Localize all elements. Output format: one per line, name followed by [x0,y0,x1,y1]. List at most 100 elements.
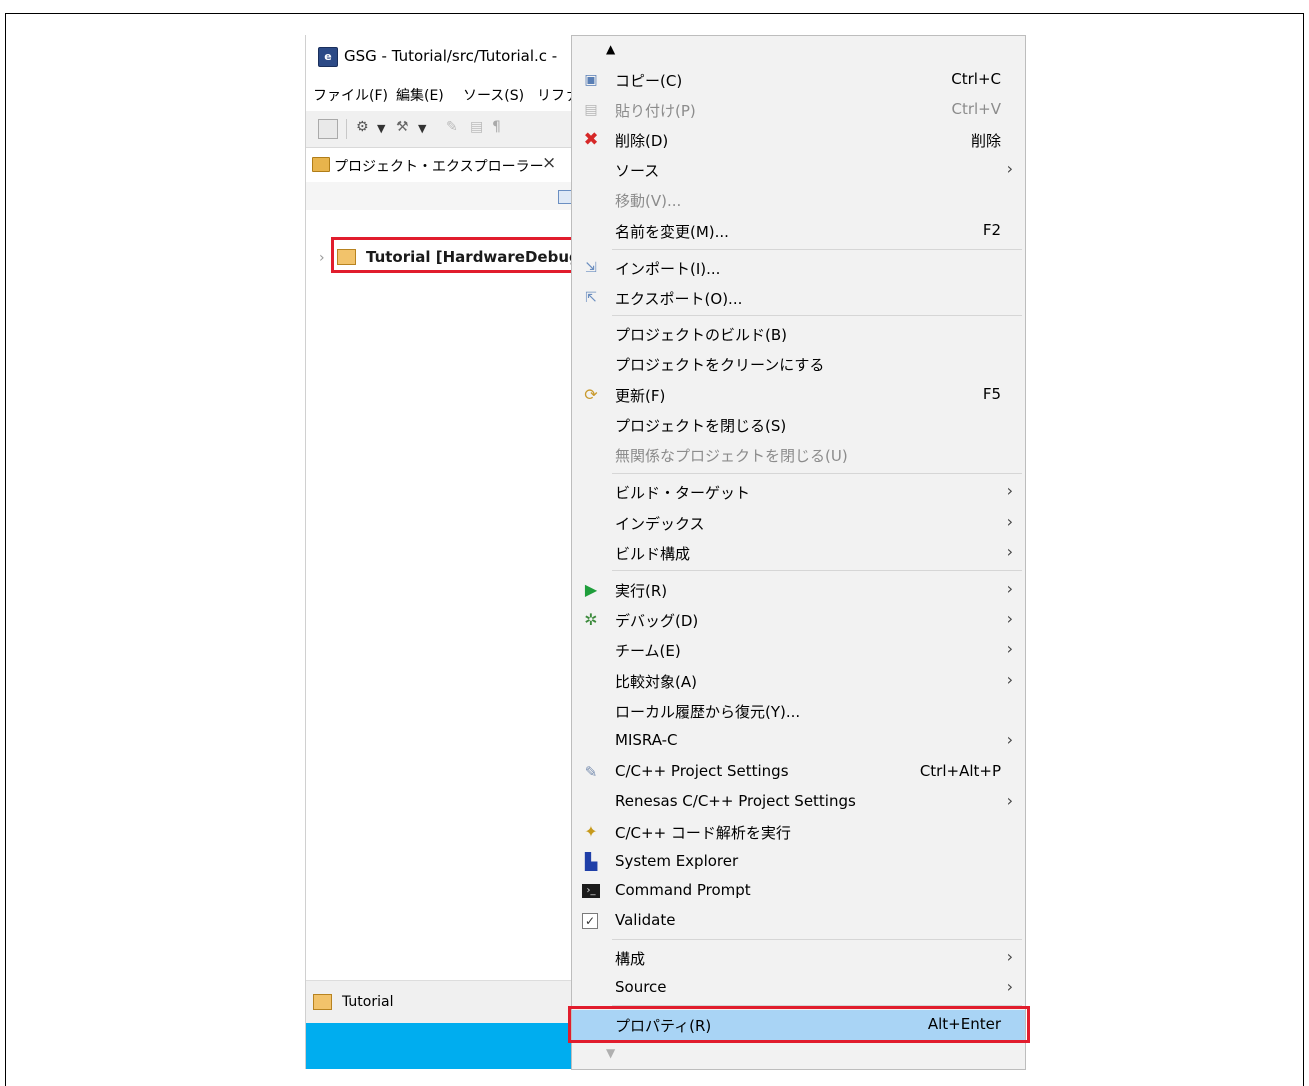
view-tab-label: プロジェクト・エクスプローラー [334,159,544,175]
menu-item-validate[interactable]: ✓ Validate [572,906,1025,936]
menu-item-source[interactable]: ソース › [572,155,1025,185]
menu-item-restore-local-history[interactable]: ローカル履歴から復元(Y)... [572,696,1025,726]
menu-item-run-code-analysis[interactable]: ✦ C/C++ コード解析を実行 [572,817,1025,847]
menu-item-label: インデックス [615,515,705,533]
menu-item-label: コピー(C) [615,72,683,90]
export-icon: ⇱ [585,290,597,306]
expand-arrow-icon[interactable]: › [319,250,325,266]
menu-item-index[interactable]: インデックス › [572,508,1025,538]
submenu-arrow-icon: › [1006,670,1013,689]
menu-item-clean-project[interactable]: プロジェクトをクリーンにする [572,349,1025,379]
system-explorer-icon: ▙ [584,852,598,871]
menu-item-label: Validate [615,911,676,929]
menu-item-label: Command Prompt [615,881,751,899]
scroll-down-icon[interactable]: ▼ [606,1046,615,1060]
menu-item-accelerator: Ctrl+Alt+P [919,762,1001,780]
menu-item-build-target[interactable]: ビルド・ターゲット › [572,477,1025,507]
toolbar-separator [346,119,347,139]
menu-item-compare-with[interactable]: 比較対象(A) › [572,666,1025,696]
menu-item-build-project[interactable]: プロジェクトのビルド(B) [572,319,1025,349]
menu-item-label: ローカル履歴から復元(Y)... [615,703,801,721]
menu-item-label: ビルド・ターゲット [615,484,751,502]
menu-item-debug[interactable]: ✲ デバッグ(D) › [572,605,1025,635]
validate-checkbox-icon[interactable]: ✓ [582,913,598,929]
app-icon: e [318,47,338,67]
menu-refactor[interactable]: リファ [537,85,574,105]
toolbar: ⚙ ▼ ⚒ ▼ ✎ ▤ ¶ [306,111,574,145]
menu-item-accelerator: Ctrl+V [951,100,1001,118]
submenu-arrow-icon: › [1006,791,1013,810]
menu-item-export[interactable]: ⇱ エクスポート(O)... [572,283,1025,313]
menu-separator [612,473,1022,474]
submenu-arrow-icon: › [1006,579,1013,598]
build-hammer-icon[interactable]: ⚒ [396,119,409,137]
window-title: GSG - Tutorial/src/Tutorial.c - [344,47,558,65]
menu-item-label: System Explorer [615,852,739,870]
highlight-box [568,1006,1030,1043]
pilcrow-icon[interactable]: ¶ [492,119,501,137]
context-menu: ▲ ▣ コピー(C) Ctrl+C ▤ 貼り付け(P) Ctrl+V ✖ 削除(… [568,35,1030,1070]
save-icon[interactable] [318,119,338,139]
menu-item-label: デバッグ(D) [615,612,699,630]
menu-item-properties[interactable]: プロパティ(R) Alt+Enter [568,1006,1030,1043]
menu-item-label: 比較対象(A) [615,673,697,691]
taskbar [306,1023,574,1069]
menu-item-label: 削除(D) [615,132,669,150]
menu-item-delete[interactable]: ✖ 削除(D) 削除 [572,125,1025,155]
menu-item-label: 更新(F) [615,387,666,405]
submenu-arrow-icon: › [1006,977,1013,996]
menu-edit[interactable]: 編集(E) [396,85,444,105]
submenu-arrow-icon: › [1006,481,1013,500]
pencil-icon[interactable]: ✎ [446,119,458,137]
menu-bar: ファイル(F) 編集(E) ソース(S) リファ [306,75,574,111]
highlight-box [331,237,574,273]
menu-item-misra-c[interactable]: MISRA-C › [572,726,1025,756]
menu-item-label: 移動(V)... [615,192,682,210]
submenu-arrow-icon: › [1006,512,1013,531]
menu-item-refresh[interactable]: ⟳ 更新(F) F5 [572,380,1025,410]
menu-item-label: C/C++ コード解析を実行 [615,824,791,842]
menu-item-rename[interactable]: 名前を変更(M)... F2 [572,216,1025,246]
menu-item-run[interactable]: ▶ 実行(R) › [572,575,1025,605]
menu-item-command-prompt[interactable]: ›_ Command Prompt [572,876,1025,906]
delete-icon: ✖ [583,129,599,150]
menu-item-label: 構成 [615,950,646,968]
menu-item-cpp-project-settings[interactable]: ✎ C/C++ Project Settings Ctrl+Alt+P [572,757,1025,787]
close-icon[interactable]: × [542,153,556,173]
menu-item-build-configurations[interactable]: ビルド構成 › [572,538,1025,568]
import-icon: ⇲ [585,260,597,276]
scroll-up-icon[interactable]: ▲ [606,42,615,56]
project-explorer-tab[interactable]: プロジェクト・エクスプローラー × [306,147,574,183]
menu-item-close-unrelated[interactable]: 無関係なプロジェクトを閉じる(U) [572,440,1025,470]
menu-item-move[interactable]: 移動(V)... [572,185,1025,215]
submenu-arrow-icon: › [1006,159,1013,178]
title-bar: e GSG - Tutorial/src/Tutorial.c - [306,35,574,75]
project-tree: › Tutorial [HardwareDebug [306,210,574,980]
menu-item-label: 貼り付け(P) [615,102,696,120]
menu-item-source-en[interactable]: Source › [572,973,1025,1003]
run-icon: ▶ [584,580,598,599]
menu-item-team[interactable]: チーム(E) › [572,635,1025,665]
menu-item-system-explorer[interactable]: ▙ System Explorer [572,847,1025,877]
menu-file[interactable]: ファイル(F) [313,85,388,105]
menu-item-label: MISRA-C [615,731,678,749]
debug-config-icon[interactable]: ⚙ [356,119,369,137]
menu-item-configure[interactable]: 構成 › [572,943,1025,973]
menu-item-accelerator: 削除 [970,132,1001,150]
menu-item-copy[interactable]: ▣ コピー(C) Ctrl+C [572,65,1025,95]
tree-row[interactable]: › Tutorial [HardwareDebug [306,237,574,274]
menu-item-paste[interactable]: ▤ 貼り付け(P) Ctrl+V [572,95,1025,125]
dropdown-arrow-icon[interactable]: ▼ [377,122,385,140]
menu-source[interactable]: ソース(S) [463,85,524,105]
paste-icon: ▤ [584,102,598,118]
refresh-icon: ⟳ [584,385,598,404]
menu-item-import[interactable]: ⇲ インポート(I)... [572,253,1025,283]
dropdown-arrow-icon[interactable]: ▼ [418,122,426,140]
menu-item-label: プロジェクトのビルド(B) [615,326,787,344]
status-item-label: Tutorial [342,994,394,1010]
submenu-arrow-icon: › [1006,609,1013,628]
menu-item-label: チーム(E) [615,642,681,660]
menu-item-close-project[interactable]: プロジェクトを閉じる(S) [572,410,1025,440]
menu-item-renesas-project-settings[interactable]: Renesas C/C++ Project Settings › [572,787,1025,817]
file-icon[interactable]: ▤ [470,119,483,137]
